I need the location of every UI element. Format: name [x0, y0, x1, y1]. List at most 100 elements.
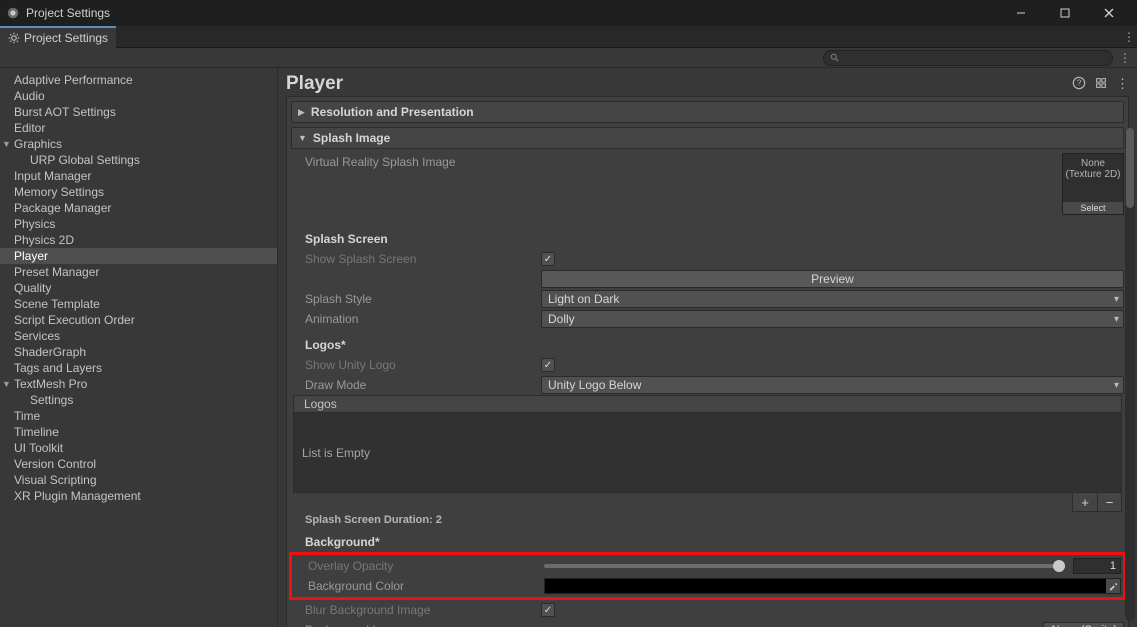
sidebar-item-graphics[interactable]: ▼Graphics: [0, 136, 277, 152]
sidebar-item-timeline[interactable]: Timeline: [0, 424, 277, 440]
sidebar-item-label: TextMesh Pro: [14, 377, 87, 391]
window-close-button[interactable]: [1087, 0, 1131, 26]
list-remove-button[interactable]: −: [1097, 493, 1121, 511]
sidebar-item-audio[interactable]: Audio: [0, 88, 277, 104]
sidebar-item-physics[interactable]: Physics: [0, 216, 277, 232]
sidebar-item-package-manager[interactable]: Package Manager: [0, 200, 277, 216]
logos-heading: Logos*: [305, 338, 541, 352]
sidebar-item-urp-global-settings[interactable]: URP Global Settings: [0, 152, 277, 168]
overlay-opacity-input[interactable]: 1: [1073, 558, 1121, 574]
window-minimize-button[interactable]: [999, 0, 1043, 26]
sidebar-item-version-control[interactable]: Version Control: [0, 456, 277, 472]
vertical-scrollbar[interactable]: [1125, 128, 1135, 621]
show-splash-label: Show Splash Screen: [305, 252, 541, 266]
sidebar-item-adaptive-performance[interactable]: Adaptive Performance: [0, 72, 277, 88]
sidebar-item-script-execution-order[interactable]: Script Execution Order: [0, 312, 277, 328]
chevron-right-icon: ▶: [298, 107, 305, 118]
sidebar-item-quality[interactable]: Quality: [0, 280, 277, 296]
overlay-opacity-label: Overlay Opacity: [308, 559, 544, 573]
sidebar-item-label: Time: [14, 409, 40, 423]
gear-icon: [8, 32, 20, 44]
sidebar-item-visual-scripting[interactable]: Visual Scripting: [0, 472, 277, 488]
sidebar-item-ui-toolkit[interactable]: UI Toolkit: [0, 440, 277, 456]
sidebar-item-xr-plugin-management[interactable]: XR Plugin Management: [0, 488, 277, 504]
splash-duration-text: Splash Screen Duration: 2: [291, 512, 1124, 526]
help-icon[interactable]: ?: [1072, 76, 1086, 93]
sidebar-item-services[interactable]: Services: [0, 328, 277, 344]
sidebar-item-label: Input Manager: [14, 169, 91, 183]
sidebar-item-label: URP Global Settings: [30, 153, 140, 167]
preset-icon[interactable]: [1094, 76, 1108, 93]
show-splash-checkbox[interactable]: ✓: [541, 252, 555, 266]
background-color-field[interactable]: [544, 578, 1121, 594]
splash-style-dropdown[interactable]: Light on Dark: [541, 290, 1124, 308]
draw-mode-label: Draw Mode: [305, 378, 541, 392]
sidebar-item-label: Burst AOT Settings: [14, 105, 116, 119]
sidebar-item-label: XR Plugin Management: [14, 489, 141, 503]
logos-list-header[interactable]: Logos: [293, 395, 1122, 413]
tab-project-settings[interactable]: Project Settings: [0, 26, 116, 48]
sidebar-item-textmesh-pro[interactable]: ▼TextMesh Pro: [0, 376, 277, 392]
sidebar-item-label: Services: [14, 329, 60, 343]
page-title: Player: [286, 73, 343, 95]
svg-text:?: ?: [1077, 78, 1082, 87]
search-icon: [830, 53, 840, 63]
tab-bar: Project Settings ⋮: [0, 26, 1137, 48]
sidebar-item-tags-and-layers[interactable]: Tags and Layers: [0, 360, 277, 376]
sidebar-item-label: Tags and Layers: [14, 361, 102, 375]
list-add-button[interactable]: +: [1073, 493, 1097, 511]
preview-button[interactable]: Preview: [541, 270, 1124, 288]
sidebar-item-label: Preset Manager: [14, 265, 99, 279]
sidebar-item-burst-aot-settings[interactable]: Burst AOT Settings: [0, 104, 277, 120]
slider-thumb[interactable]: [1053, 560, 1065, 572]
show-unity-logo-checkbox[interactable]: ✓: [541, 358, 555, 372]
sidebar-item-input-manager[interactable]: Input Manager: [0, 168, 277, 184]
select-texture-button[interactable]: Select: [1063, 202, 1123, 214]
settings-sidebar: Adaptive Performance Audio Burst AOT Setti…: [0, 68, 278, 627]
splash-style-label: Splash Style: [305, 292, 541, 306]
chevron-down-icon: ▼: [298, 133, 307, 143]
app-icon: [6, 6, 20, 20]
sidebar-item-scene-template[interactable]: Scene Template: [0, 296, 277, 312]
animation-label: Animation: [305, 312, 541, 326]
sidebar-item-preset-manager[interactable]: Preset Manager: [0, 264, 277, 280]
scrollbar-thumb[interactable]: [1126, 128, 1134, 208]
section-resolution-presentation[interactable]: ▶ Resolution and Presentation: [291, 101, 1124, 123]
eyedropper-icon[interactable]: [1106, 579, 1120, 593]
sidebar-item-label: Settings: [30, 393, 73, 407]
sidebar-item-settings[interactable]: Settings: [0, 392, 277, 408]
window-titlebar: Project Settings: [0, 0, 1137, 26]
sidebar-item-memory-settings[interactable]: Memory Settings: [0, 184, 277, 200]
background-image-field[interactable]: None (Sprite): [1043, 622, 1124, 627]
sidebar-item-player[interactable]: Player: [0, 248, 277, 264]
draw-mode-dropdown[interactable]: Unity Logo Below: [541, 376, 1124, 394]
chevron-down-icon: ▼: [2, 379, 11, 389]
window-title: Project Settings: [26, 6, 110, 20]
animation-dropdown[interactable]: Dolly: [541, 310, 1124, 328]
sidebar-item-label: Script Execution Order: [14, 313, 135, 327]
settings-content: Player ? ⋮ ▶ Resolution and Presentation…: [278, 68, 1137, 627]
sidebar-item-editor[interactable]: Editor: [0, 120, 277, 136]
logos-list-body: List is Empty: [293, 413, 1122, 493]
sidebar-item-physics-2d[interactable]: Physics 2D: [0, 232, 277, 248]
sidebar-item-time[interactable]: Time: [0, 408, 277, 424]
window-maximize-button[interactable]: [1043, 0, 1087, 26]
blur-bg-checkbox[interactable]: ✓: [541, 603, 555, 617]
tabbar-menu-icon[interactable]: ⋮: [1121, 26, 1137, 47]
sidebar-item-label: Visual Scripting: [14, 473, 97, 487]
background-color-label: Background Color: [308, 579, 544, 593]
sidebar-item-shadergraph[interactable]: ShaderGraph: [0, 344, 277, 360]
sidebar-item-label: Quality: [14, 281, 51, 295]
chevron-down-icon: ▼: [2, 139, 11, 149]
search-bar: ⋮: [0, 48, 1137, 68]
panel-menu-icon[interactable]: ⋮: [1117, 51, 1133, 65]
vr-splash-texture-field[interactable]: None (Texture 2D) Select: [1062, 153, 1124, 215]
overlay-opacity-slider[interactable]: [544, 564, 1065, 568]
content-menu-icon[interactable]: ⋮: [1116, 76, 1129, 93]
search-input[interactable]: [823, 50, 1113, 66]
sidebar-item-label: ShaderGraph: [14, 345, 86, 359]
sidebar-item-label: Audio: [14, 89, 45, 103]
background-image-label: Background Image: [305, 623, 541, 627]
section-splash-image[interactable]: ▼ Splash Image: [291, 127, 1124, 149]
sidebar-item-label: Adaptive Performance: [14, 73, 133, 87]
